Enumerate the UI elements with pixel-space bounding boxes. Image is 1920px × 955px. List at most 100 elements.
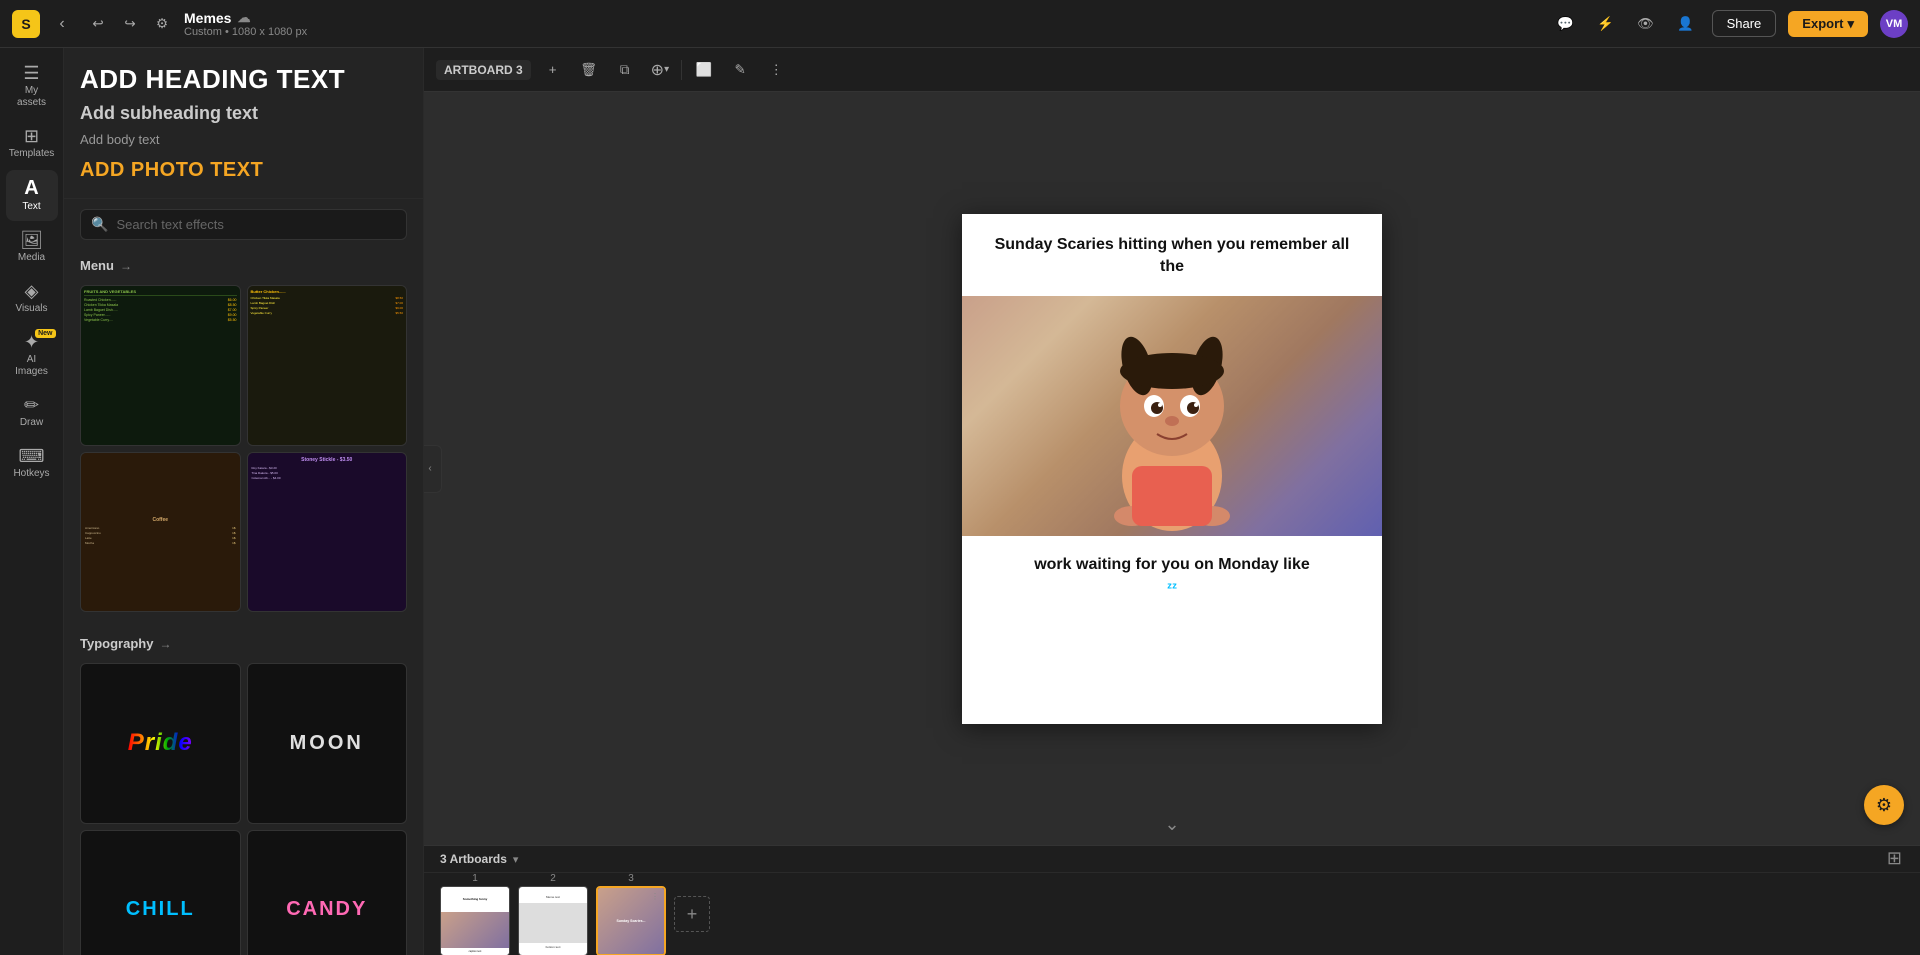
media-label: Media <box>18 252 45 264</box>
app-logo: S <box>12 10 40 38</box>
artboard-thumb-1[interactable]: Something funny caption text <box>440 886 510 955</box>
artboards-count-label: 3 Artboards <box>440 852 507 866</box>
document-subtitle: Custom • 1080 x 1080 px <box>184 26 307 38</box>
sidebar-item-hotkeys[interactable]: ⌨ Hotkeys <box>6 439 58 488</box>
sidebar-item-draw[interactable]: ✏ Draw <box>6 388 58 437</box>
hotkeys-icon: ⌨ <box>19 447 45 465</box>
search-input[interactable] <box>116 217 396 232</box>
add-body-button[interactable]: Add body text <box>80 132 407 147</box>
canvas-viewport[interactable]: Sunday Scaries hitting when you remember… <box>424 92 1920 845</box>
back-button[interactable]: ‹ <box>48 10 76 38</box>
collapse-panel-button[interactable]: ‹ <box>424 445 442 493</box>
artboard-thumb-wrapper-2: 2 Meme text bottom text <box>518 873 588 955</box>
more-options-button[interactable]: ⋮ <box>762 56 790 84</box>
templates-label: Templates <box>9 148 55 160</box>
typography-template-grid: Pride MOON CHILL CANDY <box>64 659 423 955</box>
avatar[interactable]: VM <box>1880 10 1908 38</box>
artboard-num-3: 3 <box>628 873 634 884</box>
add-artboard-strip-button[interactable]: + <box>674 896 710 932</box>
menu-template-grid: FRUITS AND VEGETABLES Roasted Chicken...… <box>64 281 423 620</box>
sidebar-item-media[interactable]: 🖼 Media <box>6 223 58 272</box>
canvas-area: ARTBOARD 3 + 🗑 ⧉ ⊕ ▾ ⬜ ✎ ⋮ Sunday Scarie… <box>424 48 1920 955</box>
artboard-label: ARTBOARD 3 <box>436 60 531 80</box>
blend-mode-button[interactable]: ⊕ ▾ <box>647 58 673 82</box>
bolt-icon[interactable]: ⚡ <box>1592 10 1620 38</box>
artboard-thumb-wrapper-3: 3 Sunday Scaries... ⋮ <box>596 873 666 955</box>
media-icon: 🖼 <box>20 231 43 249</box>
ai-images-label: AI Images <box>10 354 54 378</box>
artboard-num-2: 2 <box>550 873 556 884</box>
chill-text: CHILL <box>126 898 195 921</box>
search-area: 🔍 <box>64 199 423 240</box>
section-typography-header[interactable]: Typography → <box>64 628 423 659</box>
draw-icon: ✏ <box>24 396 39 414</box>
artboard-thumb-wrapper-1: 1 Something funny caption text <box>440 873 510 955</box>
right-float-button[interactable]: ⚙ <box>1864 785 1904 825</box>
blend-chevron-icon: ▾ <box>664 64 669 75</box>
icon-nav: ☰ My assets ⊞ Templates A Text 🖼 Media ◈… <box>0 48 64 955</box>
add-artboard-button[interactable]: + <box>539 56 567 84</box>
share-button[interactable]: Share <box>1712 10 1777 37</box>
settings-wheel-icon: ⚙ <box>1876 795 1892 816</box>
left-panel: ADD HEADING TEXT Add subheading text Add… <box>64 48 424 955</box>
visuals-icon: ◈ <box>25 282 39 300</box>
sidebar-item-visuals[interactable]: ◈ Visuals <box>6 274 58 323</box>
menu-template-1[interactable]: FRUITS AND VEGETABLES Roasted Chicken...… <box>80 285 241 446</box>
search-icon: 🔍 <box>91 216 108 233</box>
assets-label: My assets <box>10 85 54 109</box>
grid-icon-button[interactable]: ⊞ <box>1887 848 1902 869</box>
typography-pride[interactable]: Pride <box>80 663 241 824</box>
add-heading-button[interactable]: ADD HEADING TEXT <box>80 64 407 95</box>
artboard-bottom-text: work waiting for you on Monday like ᶻᶻ <box>962 536 1382 723</box>
menu-template-4[interactable]: Stoney Stickle - $3.50 Roy Katara - $3.2… <box>247 452 408 613</box>
artboard-thumb-menu-button[interactable]: ⋮ <box>648 890 662 904</box>
undo-button[interactable]: ↩ <box>84 10 112 38</box>
section-menu-title: Menu <box>80 258 114 273</box>
document-title: Memes ☁ Custom • 1080 x 1080 px <box>184 10 1544 38</box>
menu-template-3[interactable]: Coffee Americano1$ Cappuccino1$ Latte1$ … <box>80 452 241 613</box>
redo-button[interactable]: ↪ <box>116 10 144 38</box>
delete-artboard-button[interactable]: 🗑 <box>575 56 603 84</box>
typography-moon[interactable]: MOON <box>247 663 408 824</box>
sidebar-item-text[interactable]: A Text <box>6 170 58 221</box>
section-typography-arrow: → <box>159 637 171 651</box>
typography-candy[interactable]: CANDY <box>247 830 408 955</box>
artboard-thumb-3[interactable]: Sunday Scaries... ⋮ <box>596 886 666 955</box>
section-typography: Typography → Pride MOON CHILL CANDY <box>64 628 423 955</box>
artboard-top-text: Sunday Scaries hitting when you remember… <box>962 214 1382 297</box>
export-button[interactable]: Export ▾ <box>1788 11 1868 37</box>
artboards-chevron-icon[interactable]: ▾ <box>513 853 519 866</box>
pen-button[interactable]: ✎ <box>726 56 754 84</box>
add-subheading-button[interactable]: Add subheading text <box>80 103 407 124</box>
topbar: S ‹ ↩ ↪ ⚙ Memes ☁ Custom • 1080 x 1080 p… <box>0 0 1920 48</box>
cloud-icon: ☁ <box>237 10 250 26</box>
hotkeys-label: Hotkeys <box>13 468 49 480</box>
settings-button[interactable]: ⚙ <box>148 10 176 38</box>
draw-label: Draw <box>20 417 43 429</box>
frame-button[interactable]: ⬜ <box>690 56 718 84</box>
canvas-chevron-button[interactable]: ⌄ <box>1164 814 1179 835</box>
section-menu-header[interactable]: Menu → <box>64 250 423 281</box>
sidebar-item-templates[interactable]: ⊞ Templates <box>6 119 58 168</box>
chat-icon[interactable]: 💬 <box>1552 10 1580 38</box>
duplicate-artboard-button[interactable]: ⧉ <box>611 56 639 84</box>
sidebar-item-ai-images[interactable]: New ✦ AI Images <box>6 325 58 386</box>
canvas-toolbar: ARTBOARD 3 + 🗑 ⧉ ⊕ ▾ ⬜ ✎ ⋮ <box>424 48 1920 92</box>
section-menu: Menu → FRUITS AND VEGETABLES Roasted Chi… <box>64 250 423 620</box>
artboard-thumb-2[interactable]: Meme text bottom text <box>518 886 588 955</box>
assets-icon: ☰ <box>23 64 39 82</box>
menu-template-2[interactable]: Butter Chicken...... Chicken Tikka Masal… <box>247 285 408 446</box>
menu-template-4-content: Stoney Stickle - $3.50 Roy Katara - $3.2… <box>248 453 407 612</box>
search-box: 🔍 <box>80 209 407 240</box>
artboard-image <box>962 296 1382 536</box>
typography-chill[interactable]: CHILL <box>80 830 241 955</box>
preview-icon[interactable]: 👁 <box>1632 10 1660 38</box>
artboard-canvas: Sunday Scaries hitting when you remember… <box>962 214 1382 724</box>
artboard-num-1: 1 <box>472 873 478 884</box>
person-icon[interactable]: 👤 <box>1672 10 1700 38</box>
text-icon: A <box>24 178 38 198</box>
new-badge-label: New <box>35 329 55 338</box>
sidebar-item-my-assets[interactable]: ☰ My assets <box>6 56 58 117</box>
main-content: ☰ My assets ⊞ Templates A Text 🖼 Media ◈… <box>0 48 1920 955</box>
add-photo-text-button[interactable]: ADD PHOTO TEXT <box>80 159 407 182</box>
